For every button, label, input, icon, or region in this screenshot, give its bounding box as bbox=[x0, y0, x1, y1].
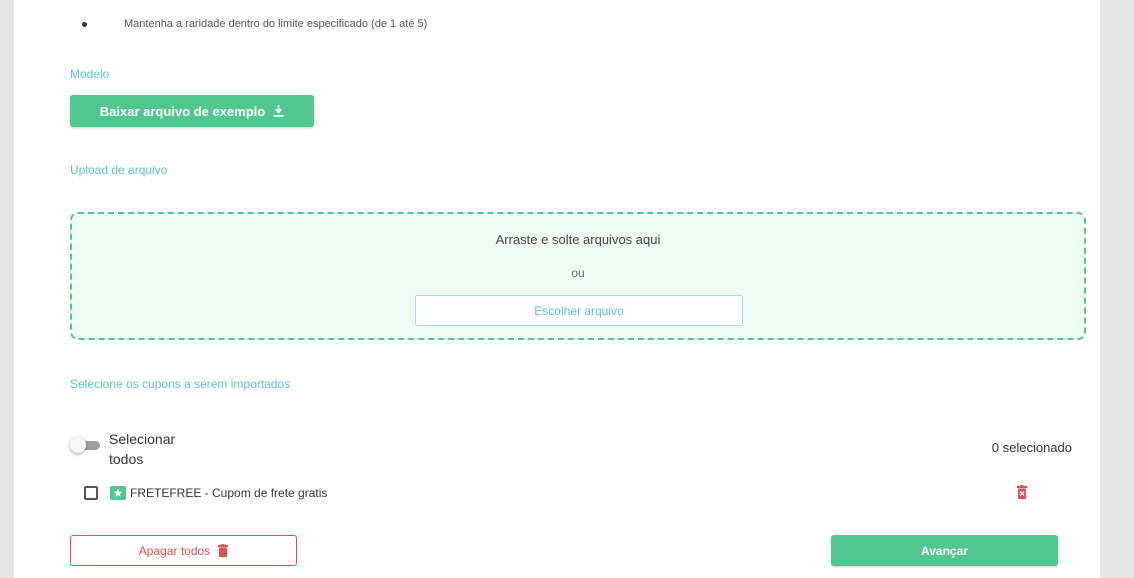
file-dropzone[interactable]: Arraste e solte arquivos aqui ou Escolhe… bbox=[70, 212, 1086, 340]
download-icon bbox=[273, 105, 284, 117]
bullet-icon bbox=[82, 21, 87, 27]
upload-section-title: Upload de arquivo bbox=[70, 163, 168, 177]
coupon-checkbox[interactable] bbox=[84, 486, 98, 500]
download-example-button[interactable]: Baixar arquivo de exemplo bbox=[70, 95, 314, 127]
select-all-label: Selecionar todos bbox=[109, 431, 176, 467]
download-example-label: Baixar arquivo de exemplo bbox=[99, 103, 266, 119]
rarity-instruction: Mantenha a raridade dentro do limite esp… bbox=[82, 18, 427, 30]
trash-icon bbox=[218, 544, 229, 557]
next-button[interactable]: Avançar bbox=[831, 535, 1058, 566]
coupons-section-title: Selecione os cupons a serem importados bbox=[70, 377, 291, 391]
choose-file-button[interactable]: Escolher arquivo bbox=[415, 295, 743, 326]
toggle-knob bbox=[70, 437, 86, 453]
template-section-title: Modelo bbox=[70, 67, 110, 81]
select-all-toggle[interactable] bbox=[70, 437, 102, 453]
rarity-instruction-text: Mantenha a raridade dentro do limite esp… bbox=[124, 18, 428, 30]
delete-coupon-icon[interactable] bbox=[1017, 485, 1027, 504]
delete-all-label: Apagar todos bbox=[138, 543, 211, 558]
delete-all-button[interactable]: Apagar todos bbox=[70, 535, 297, 566]
dropzone-text: Arraste e solte arquivos aqui bbox=[495, 232, 661, 247]
selected-count: 0 selecionado bbox=[991, 440, 1072, 455]
import-coupons-panel: Mantenha a raridade dentro do limite esp… bbox=[14, 0, 1100, 578]
coupon-label: FRETEFREE - Cupom de frete gratis bbox=[130, 486, 328, 500]
dropzone-or-text: ou bbox=[571, 266, 585, 280]
star-ticket-icon bbox=[110, 486, 126, 500]
